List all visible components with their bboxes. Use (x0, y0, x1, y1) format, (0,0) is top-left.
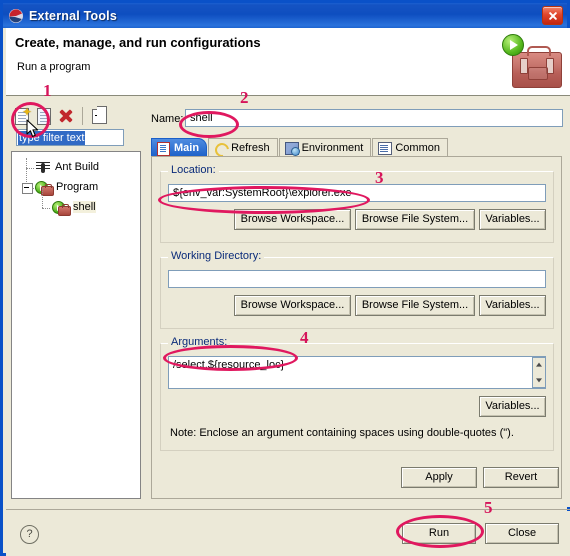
toolbar-separator (82, 107, 83, 125)
page-subtitle: Run a program (17, 61, 91, 73)
working-directory-group: Working Directory: Browse Workspace... B… (160, 250, 554, 329)
window-title: External Tools (29, 8, 118, 23)
toolbox-icon (500, 32, 562, 90)
working-directory-label: Working Directory: (168, 250, 265, 262)
help-icon[interactable]: ? (20, 525, 39, 544)
close-button[interactable]: Close (485, 523, 559, 544)
annotation-ellipse-4 (163, 345, 298, 371)
tab-main[interactable]: Main (151, 138, 208, 157)
tree-item-label: Program (56, 181, 99, 193)
external-tools-dialog: External Tools Create, manage, and run c… (0, 0, 570, 556)
common-icon (378, 142, 393, 155)
scroll-up-icon[interactable] (533, 358, 545, 373)
dialog-body: ✦ type filter text Ant Build Program she… (6, 96, 570, 507)
tab-refresh[interactable]: Refresh (208, 138, 278, 160)
wd-browse-workspace-button[interactable]: Browse Workspace... (234, 295, 351, 316)
tab-label: Common (395, 142, 440, 154)
tree-item-ant-build[interactable]: Ant Build (12, 158, 140, 178)
name-input[interactable]: shell (185, 109, 563, 127)
location-variables-button[interactable]: Variables... (479, 209, 546, 230)
ant-icon (36, 161, 50, 175)
title-bar: External Tools (3, 3, 567, 28)
configuration-editor: Name: shell Main Refresh Environment Com… (148, 101, 565, 499)
annotation-ellipse-5 (396, 515, 484, 548)
tab-label: Refresh (231, 142, 270, 154)
annotation-number-4: 4 (300, 328, 309, 347)
close-icon[interactable] (542, 6, 563, 25)
annotation-number-3: 3 (375, 168, 384, 187)
tab-label: Environment (301, 142, 364, 154)
wd-browse-filesystem-button[interactable]: Browse File System... (355, 295, 475, 316)
tree-item-program[interactable]: Program (12, 168, 140, 198)
dialog-header: Create, manage, and run configurations R… (6, 28, 570, 96)
refresh-icon (212, 140, 232, 160)
mouse-cursor-icon (26, 119, 39, 138)
arguments-note: Note: Enclose an argument containing spa… (170, 427, 514, 439)
annotation-number-5: 5 (484, 498, 493, 517)
configurations-tree[interactable]: Ant Build Program shell (11, 151, 141, 499)
wd-variables-button[interactable]: Variables... (479, 295, 546, 316)
red-x-delete-icon[interactable] (55, 105, 77, 127)
eclipse-icon (8, 8, 24, 24)
annotation-number-2: 2 (240, 88, 249, 107)
apply-button[interactable]: Apply (401, 467, 477, 488)
location-browse-filesystem-button[interactable]: Browse File System... (355, 209, 475, 230)
tab-label: Main (174, 142, 200, 154)
window-buttons (542, 6, 563, 25)
environment-icon (284, 142, 300, 156)
annotation-number-1: 1 (43, 81, 52, 100)
scroll-down-icon[interactable] (533, 373, 545, 388)
tab-common[interactable]: Common (372, 138, 448, 157)
tree-item-shell[interactable]: shell (12, 188, 140, 218)
run-badge-icon (502, 34, 524, 56)
tab-environment[interactable]: Environment (278, 138, 372, 157)
tree-item-label: shell (73, 201, 96, 213)
tab-bar: Main Refresh Environment Common (151, 137, 562, 160)
tree-item-label: Ant Build (55, 161, 100, 173)
location-label: Location: (168, 164, 219, 176)
collapse-all-icon[interactable] (88, 105, 110, 127)
page-title: Create, manage, and run configurations (15, 35, 261, 50)
revert-button[interactable]: Revert (483, 467, 559, 488)
program-icon (52, 201, 71, 216)
arguments-scrollbar[interactable] (532, 357, 546, 388)
main-doc-icon (157, 142, 170, 156)
working-directory-input[interactable] (168, 270, 546, 288)
annotation-ellipse-2 (179, 111, 239, 138)
arguments-variables-button[interactable]: Variables... (479, 396, 546, 417)
program-icon (35, 181, 54, 196)
annotation-ellipse-3 (158, 186, 370, 214)
